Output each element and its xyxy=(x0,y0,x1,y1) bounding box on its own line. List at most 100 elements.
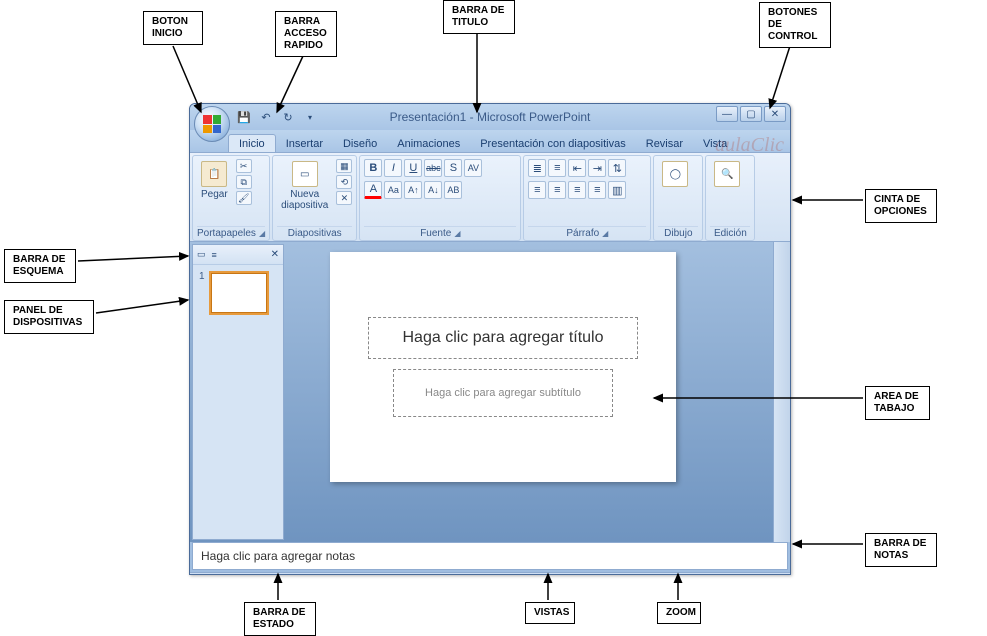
slides-tab-icon[interactable]: ▭ xyxy=(197,249,206,260)
change-case-button[interactable]: Aa xyxy=(384,181,402,199)
title-bar: 💾 ↶ ↻ ▾ Presentación1 - Microsoft PowerP… xyxy=(190,104,790,130)
status-bar: Diapositiva 1 de 1 "Tema de Office" 33% … xyxy=(190,572,790,575)
callout-barra-notas: BARRA DE NOTAS xyxy=(865,533,937,567)
reset-icon[interactable]: ⟲ xyxy=(336,175,352,189)
callout-botones-control: BOTONES DE CONTROL xyxy=(759,2,831,48)
find-icon: 🔍 xyxy=(714,161,740,187)
undo-icon[interactable]: ↶ xyxy=(258,109,274,125)
maximize-button[interactable]: ▢ xyxy=(740,106,762,122)
callout-barra-acceso-rapido: BARRA ACCESO RAPIDO xyxy=(275,11,337,57)
dialog-launcher-icon[interactable]: ◢ xyxy=(259,229,265,238)
dialog-launcher-icon[interactable]: ◢ xyxy=(602,229,608,238)
nueva-label: Nueva diapositiva xyxy=(281,189,328,211)
quick-access-toolbar: 💾 ↶ ↻ ▾ xyxy=(236,109,318,125)
callout-text: PANEL DE DISPOSITIVAS xyxy=(13,305,82,328)
clipboard-icon: 📋 xyxy=(201,161,227,187)
dibujo-button[interactable]: ◯ xyxy=(658,159,692,189)
callout-text: AREA DE TABAJO xyxy=(874,391,919,414)
bold-button[interactable]: B xyxy=(364,159,382,177)
shrink-font-button[interactable]: A↓ xyxy=(424,181,442,199)
strike-button[interactable]: abc xyxy=(424,159,442,177)
group-portapapeles: 📋 Pegar ✂ ⧉ 🖌 Portapapeles◢ xyxy=(192,155,270,241)
slide-thumbnail[interactable]: 1 xyxy=(199,271,277,315)
group-diapositivas: ▭ Nueva diapositiva ▦ ⟲ ✕ Diapositivas xyxy=(272,155,357,241)
callout-text: CINTA DE OPCIONES xyxy=(874,194,927,217)
shapes-icon: ◯ xyxy=(662,161,688,187)
font-color-button[interactable]: A xyxy=(364,181,382,199)
underline-button[interactable]: U xyxy=(404,159,422,177)
callout-panel-dispositivas: PANEL DE DISPOSITIVAS xyxy=(4,300,94,334)
dialog-launcher-icon[interactable]: ◢ xyxy=(454,229,460,238)
format-painter-icon[interactable]: 🖌 xyxy=(236,191,252,205)
nueva-diapositiva-button[interactable]: ▭ Nueva diapositiva xyxy=(277,159,332,213)
columns-button[interactable]: ▥ xyxy=(608,181,626,199)
group-label-text: Dibujo xyxy=(664,228,692,239)
group-dibujo: ◯ Dibujo xyxy=(653,155,703,241)
tab-presentacion[interactable]: Presentación con diapositivas xyxy=(470,135,636,152)
group-label-text: Diapositivas xyxy=(288,228,342,239)
office-button[interactable] xyxy=(194,106,230,142)
close-panel-icon[interactable]: ✕ xyxy=(271,249,279,260)
group-label-text: Fuente xyxy=(420,228,451,239)
increase-indent-button[interactable]: ⇥ xyxy=(588,159,606,177)
grow-font-button[interactable]: A↑ xyxy=(404,181,422,199)
group-parrafo: ≣ ≡ ⇤ ⇥ ⇅ ≡ ≡ ≡ ≡ ▥ Párrafo◢ xyxy=(523,155,651,241)
align-center-button[interactable]: ≡ xyxy=(548,181,566,199)
italic-button[interactable]: I xyxy=(384,159,402,177)
numbering-button[interactable]: ≡ xyxy=(548,159,566,177)
minimize-button[interactable]: — xyxy=(716,106,738,122)
group-label-text: Portapapeles xyxy=(197,228,256,239)
callout-text: BOTONES DE CONTROL xyxy=(768,7,817,42)
save-icon[interactable]: 💾 xyxy=(236,109,252,125)
delete-slide-icon[interactable]: ✕ xyxy=(336,191,352,205)
ribbon: 📋 Pegar ✂ ⧉ 🖌 Portapapeles◢ ▭ Nueva diap… xyxy=(190,152,790,242)
qat-dropdown-icon[interactable]: ▾ xyxy=(302,109,318,125)
tab-animaciones[interactable]: Animaciones xyxy=(387,135,470,152)
slide-area: Haga clic para agregar título Haga clic … xyxy=(286,242,773,542)
clear-format-button[interactable]: AB xyxy=(444,181,462,199)
shadow-button[interactable]: S xyxy=(444,159,462,177)
office-logo-icon xyxy=(203,115,221,133)
callout-text: BARRA DE ESTADO xyxy=(253,607,305,630)
slide-canvas[interactable]: Haga clic para agregar título Haga clic … xyxy=(330,252,676,482)
thumb-number: 1 xyxy=(199,271,205,282)
title-placeholder[interactable]: Haga clic para agregar título xyxy=(368,317,638,359)
callout-text: BARRA DE NOTAS xyxy=(874,538,926,561)
group-label-text: Edición xyxy=(714,228,747,239)
layout-icon[interactable]: ▦ xyxy=(336,159,352,173)
char-spacing-button[interactable]: AV xyxy=(464,159,482,177)
line-spacing-button[interactable]: ⇅ xyxy=(608,159,626,177)
tab-vista[interactable]: Vista xyxy=(693,135,737,152)
callout-area-trabajo: AREA DE TABAJO xyxy=(865,386,930,420)
cut-icon[interactable]: ✂ xyxy=(236,159,252,173)
callout-barra-titulo: BARRA DE TITULO xyxy=(443,0,515,34)
close-button[interactable]: ✕ xyxy=(764,106,786,122)
redo-icon[interactable]: ↻ xyxy=(280,109,296,125)
justify-button[interactable]: ≡ xyxy=(588,181,606,199)
tab-diseno[interactable]: Diseño xyxy=(333,135,387,152)
vertical-scrollbar[interactable] xyxy=(773,242,790,542)
edicion-button[interactable]: 🔍 xyxy=(710,159,744,189)
align-right-button[interactable]: ≡ xyxy=(568,181,586,199)
workspace: ▭ ≡ ✕ 1 Haga clic para agregar título Ha… xyxy=(190,242,790,542)
pegar-button[interactable]: 📋 Pegar xyxy=(197,159,232,202)
subtitle-placeholder[interactable]: Haga clic para agregar subtítulo xyxy=(393,369,613,417)
outline-tab-icon[interactable]: ≡ xyxy=(212,250,217,260)
callout-zoom: ZOOM xyxy=(657,602,701,624)
decrease-indent-button[interactable]: ⇤ xyxy=(568,159,586,177)
callout-text: BARRA ACCESO RAPIDO xyxy=(284,16,327,51)
outline-tabs: ▭ ≡ ✕ xyxy=(193,245,283,265)
callout-text: BARRA DE ESQUEMA xyxy=(13,254,65,277)
pegar-label: Pegar xyxy=(201,189,228,200)
callout-text: VISTAS xyxy=(534,607,569,618)
tab-inicio[interactable]: Inicio xyxy=(228,134,276,152)
copy-icon[interactable]: ⧉ xyxy=(236,175,252,189)
bullets-button[interactable]: ≣ xyxy=(528,159,546,177)
notes-pane[interactable]: Haga clic para agregar notas xyxy=(192,542,788,570)
tab-revisar[interactable]: Revisar xyxy=(636,135,693,152)
tab-insertar[interactable]: Insertar xyxy=(276,135,333,152)
subtitle-ph-text: Haga clic para agregar subtítulo xyxy=(425,387,581,399)
callout-barra-esquema: BARRA DE ESQUEMA xyxy=(4,249,76,283)
align-left-button[interactable]: ≡ xyxy=(528,181,546,199)
group-label-text: Párrafo xyxy=(566,228,599,239)
